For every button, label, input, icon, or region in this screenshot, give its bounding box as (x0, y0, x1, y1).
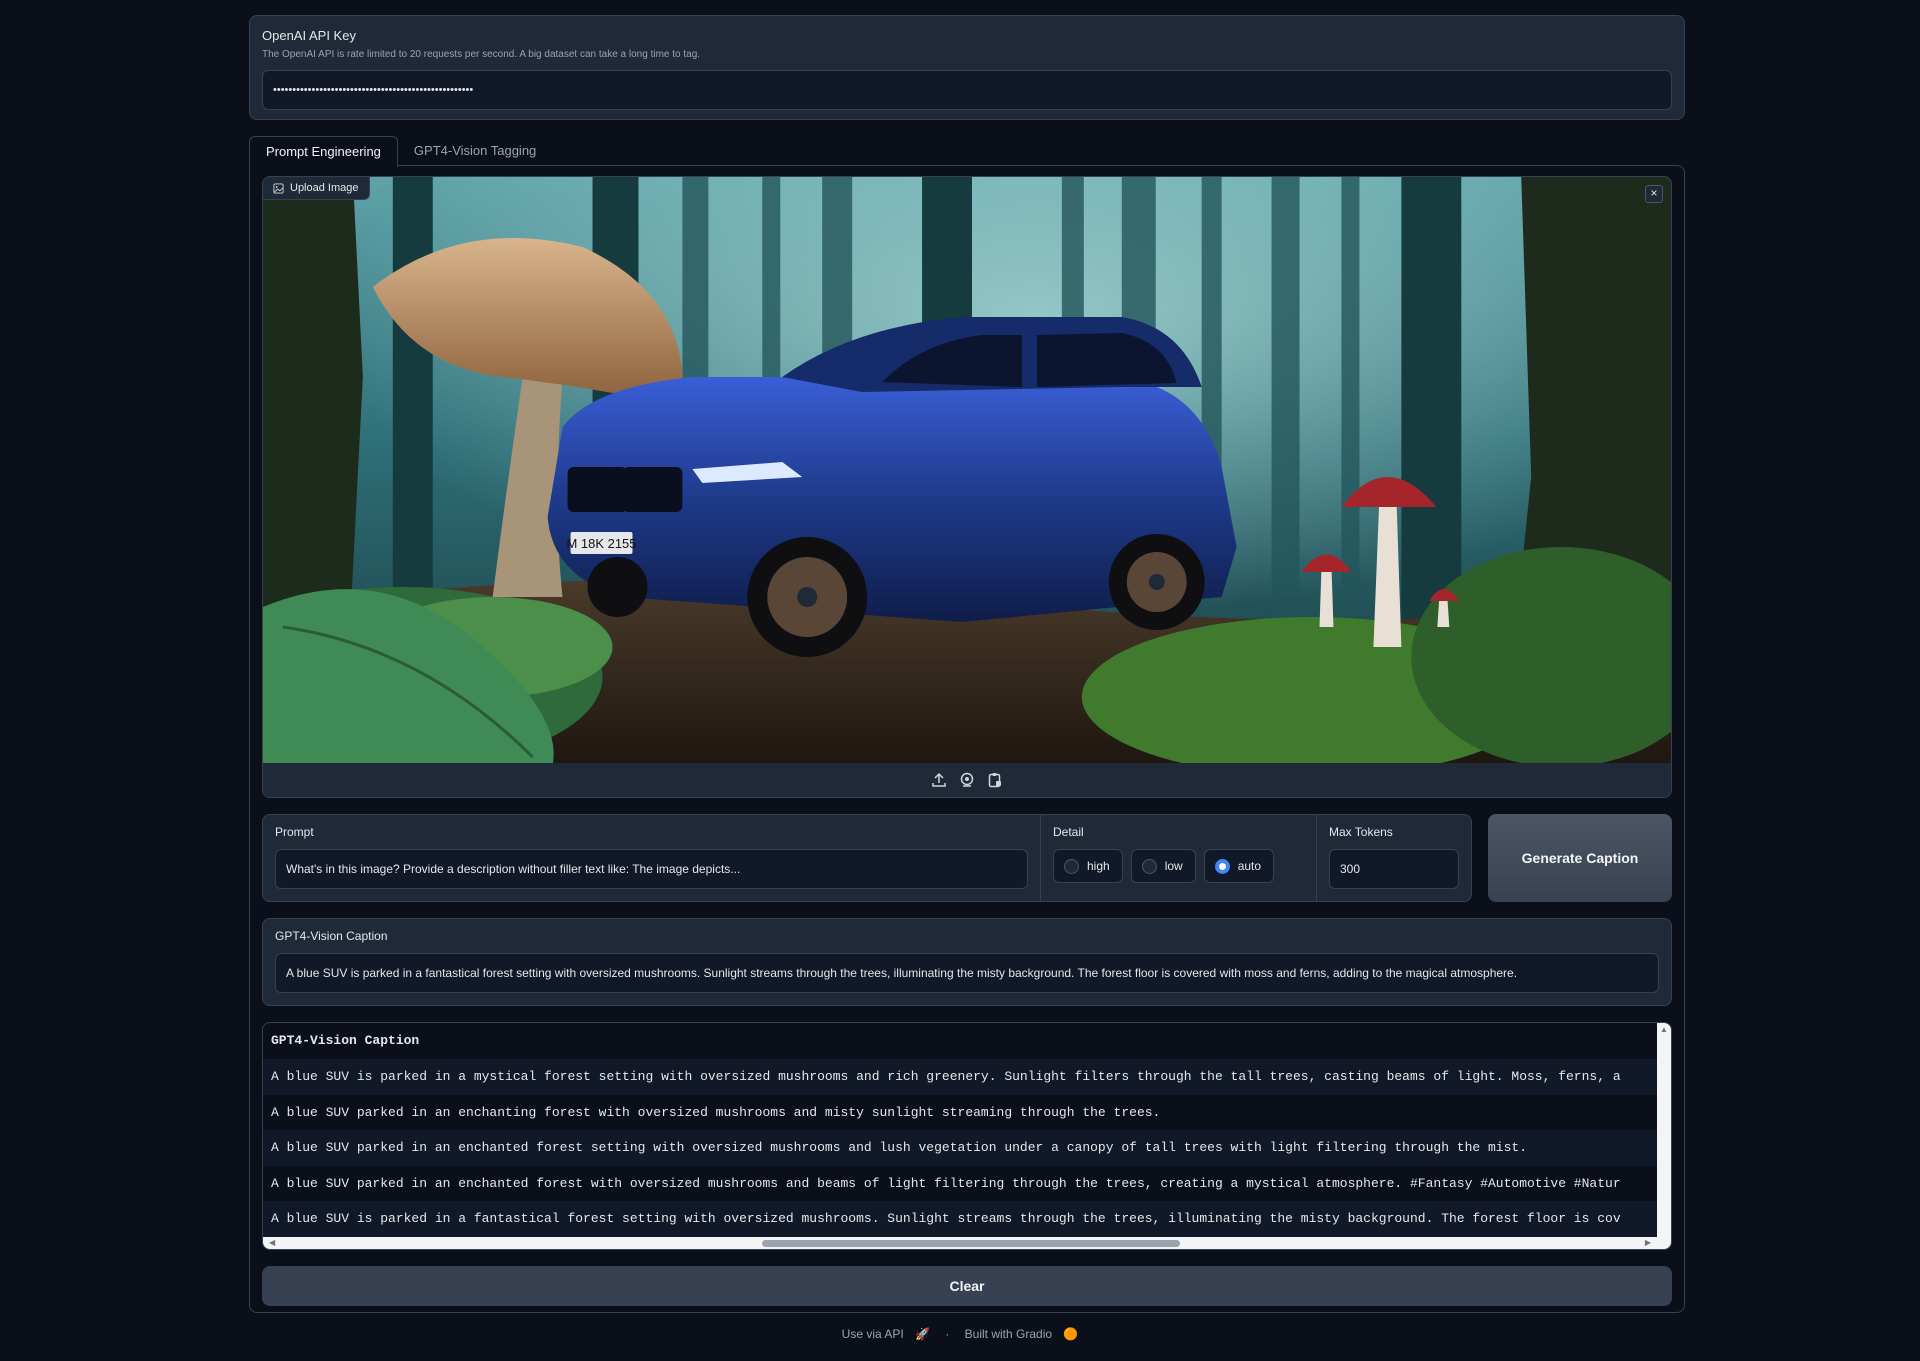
radio-circle-low[interactable] (1141, 858, 1157, 874)
max-tokens-field: Max Tokens 300 (1317, 815, 1471, 901)
image-toolbar (263, 763, 1671, 797)
webcam-icon[interactable] (958, 771, 976, 789)
tab-prompt-engineering[interactable]: Prompt Engineering (249, 136, 398, 167)
table-row[interactable]: A blue SUV parked in an enchanted forest… (263, 1166, 1657, 1202)
use-via-api-label: Use via API (841, 1327, 904, 1341)
api-key-info: The OpenAI API is rate limited to 20 req… (262, 49, 701, 60)
close-icon[interactable]: × (1645, 185, 1663, 203)
table-row[interactable]: A blue SUV is parked in a fantastical fo… (263, 1201, 1657, 1237)
detail-label: Detail (1053, 825, 1084, 839)
tab-gpt4-vision-tagging[interactable]: GPT4-Vision Tagging (398, 136, 552, 166)
upload-icon[interactable] (930, 771, 948, 789)
clear-button[interactable]: Clear (262, 1266, 1672, 1306)
horizontal-scroll-thumb[interactable] (762, 1240, 1180, 1247)
image-upload[interactable]: Upload Image × M 18K 2155 (262, 176, 1672, 798)
vertical-scrollbar[interactable]: ▲ (1657, 1023, 1671, 1237)
max-tokens-input[interactable]: 300 (1329, 849, 1459, 889)
svg-text:M 18K 2155: M 18K 2155 (567, 536, 637, 551)
input-group: Prompt What's in this image? Provide a d… (262, 814, 1472, 902)
app-container: OpenAI API Key The OpenAI API is rate li… (249, 15, 1685, 1313)
api-key-block: OpenAI API Key The OpenAI API is rate li… (249, 15, 1685, 120)
table-body: GPT4-Vision Caption A blue SUV is parked… (263, 1023, 1657, 1237)
api-key-label: OpenAI API Key (262, 28, 356, 43)
radio-circle-high[interactable] (1064, 858, 1079, 874)
table-header[interactable]: GPT4-Vision Caption (263, 1023, 1657, 1059)
footer: Use via API 🚀 · Built with Gradio 🟠 (0, 1327, 1920, 1341)
caption-textbox[interactable]: A blue SUV is parked in a fantastical fo… (275, 953, 1659, 993)
gradio-logo-icon: 🟠 (1063, 1327, 1079, 1341)
image-icon (273, 182, 284, 194)
controls-row: Prompt What's in this image? Provide a d… (262, 814, 1672, 902)
prompt-field: Prompt What's in this image? Provide a d… (263, 815, 1041, 901)
tab-bar: Prompt Engineering GPT4-Vision Tagging (249, 136, 1685, 167)
detail-option-label: low (1164, 859, 1183, 873)
upload-image-label: Upload Image (290, 182, 359, 194)
rocket-icon: 🚀 (915, 1327, 930, 1341)
max-tokens-label: Max Tokens (1329, 825, 1393, 839)
detail-radio-group: high low auto (1053, 849, 1304, 883)
scroll-up-icon[interactable]: ▲ (1657, 1023, 1671, 1037)
upload-image-badge: Upload Image (263, 177, 370, 200)
footer-separator: · (945, 1327, 950, 1341)
table-row[interactable]: A blue SUV parked in an enchanted forest… (263, 1130, 1657, 1166)
scroll-left-icon[interactable]: ◀ (269, 1237, 275, 1249)
detail-field: Detail high low auto (1041, 815, 1317, 901)
detail-option-high[interactable]: high (1053, 849, 1123, 883)
detail-option-label: high (1087, 859, 1110, 873)
scroll-right-icon[interactable]: ▶ (1645, 1237, 1651, 1249)
detail-option-auto[interactable]: auto (1203, 849, 1275, 883)
horizontal-scrollbar[interactable]: ◀ ▶ (263, 1237, 1671, 1249)
generate-caption-button[interactable]: Generate Caption (1488, 814, 1672, 902)
detail-option-label: auto (1237, 859, 1262, 873)
prompt-input[interactable]: What's in this image? Provide a descript… (275, 849, 1028, 889)
clipboard-icon[interactable] (986, 771, 1004, 789)
use-via-api-link[interactable]: Use via API 🚀 (838, 1327, 934, 1341)
caption-label: GPT4-Vision Caption (275, 929, 388, 943)
built-with-gradio-link[interactable]: Built with Gradio 🟠 (961, 1327, 1083, 1341)
caption-table: GPT4-Vision Caption A blue SUV is parked… (262, 1022, 1672, 1250)
uploaded-image: M 18K 2155 (263, 177, 1671, 765)
prompt-label: Prompt (275, 825, 314, 839)
table-row[interactable]: A blue SUV is parked in a mystical fores… (263, 1059, 1657, 1095)
radio-circle-auto[interactable] (1214, 858, 1230, 874)
built-with-gradio-label: Built with Gradio (964, 1327, 1053, 1341)
caption-output: GPT4-Vision Caption A blue SUV is parked… (262, 918, 1672, 1006)
table-row[interactable]: A blue SUV parked in an enchanting fores… (263, 1095, 1657, 1131)
detail-option-low[interactable]: low (1130, 849, 1196, 883)
tab-panel: Upload Image × M 18K 2155 Prompt What's … (249, 165, 1685, 1313)
api-key-input[interactable]: ••••••••••••••••••••••••••••••••••••••••… (262, 70, 1672, 110)
